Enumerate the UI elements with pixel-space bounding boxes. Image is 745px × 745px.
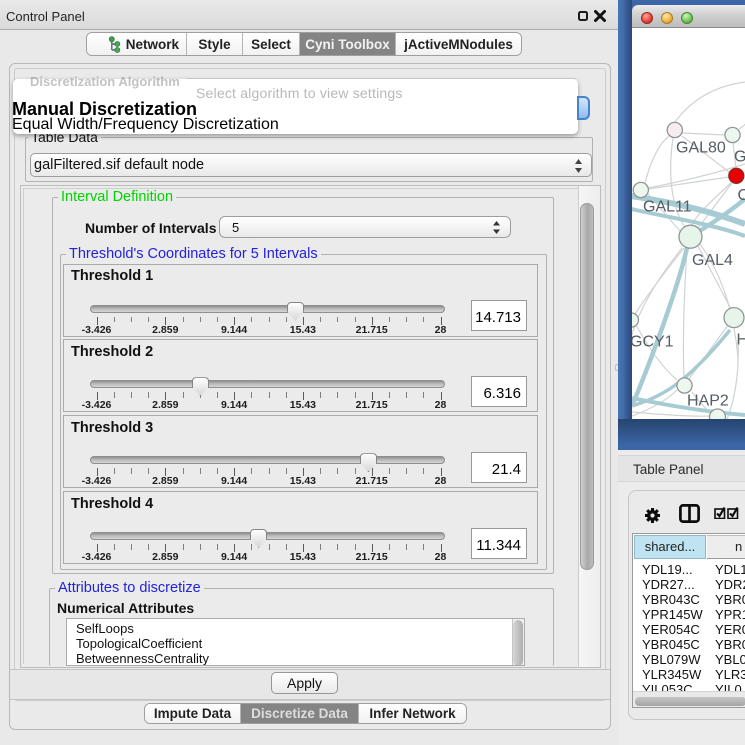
svg-text:GAL80: GAL80 (676, 140, 726, 157)
svg-text:GA: GA (734, 149, 745, 166)
svg-text:HAP2: HAP2 (687, 393, 729, 410)
svg-text:C: C (738, 187, 745, 204)
svg-text:GAL4: GAL4 (692, 252, 733, 269)
svg-text:GCY1: GCY1 (632, 334, 674, 351)
svg-text:GAL11: GAL11 (643, 199, 692, 216)
svg-text:H: H (737, 332, 745, 349)
